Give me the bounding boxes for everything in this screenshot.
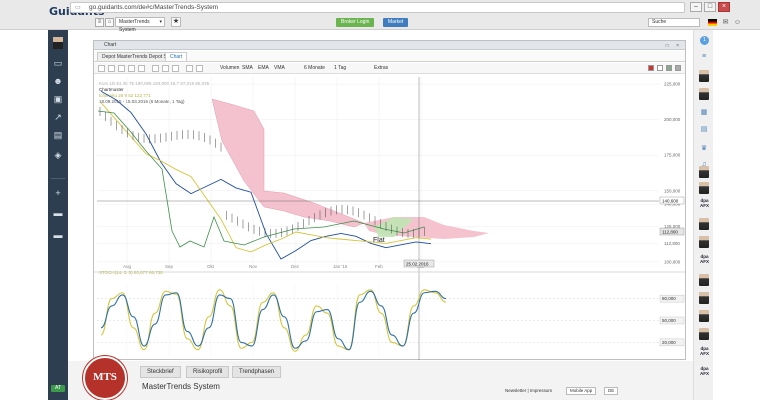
x-tick-label: Feb (375, 264, 383, 269)
x-tick-label: Nov (249, 264, 258, 269)
x-tick-label: Okt (207, 264, 215, 269)
expert-avatar[interactable] (699, 218, 709, 230)
browser-bar: Guidants ▭ go.guidants.com/de#c/MasterTr… (0, 0, 760, 33)
page-icon: ▭ (75, 5, 81, 11)
chart-window: Chart □ × Depot MasterTrends Depot Stell… (93, 40, 686, 360)
chart-annotation: Flat (373, 237, 385, 244)
expert-avatar[interactable] (699, 310, 709, 322)
y-tick-label: 150,000 (664, 188, 681, 193)
dpa-afx-logo[interactable]: dpa AFX (698, 198, 711, 208)
y-tick-label: 100,000 (664, 259, 681, 264)
y-tick-label: 112,800 (664, 241, 680, 246)
language-button[interactable]: DE (604, 387, 619, 395)
menu-icon[interactable]: ≡ (95, 18, 104, 27)
stoch-tick-label: 80,000 (662, 296, 676, 301)
left-sidebar: ▭ ☻ ▣ ↗ ▤ ◈ + ▬ ▬ ⚙ AT (48, 30, 110, 400)
users-icon[interactable]: ☻ (48, 74, 68, 88)
y-tick-label: 225,000 (664, 82, 681, 87)
lock-icon[interactable]: ▣ (48, 92, 68, 106)
expert-avatar[interactable] (699, 182, 709, 194)
expert-avatar[interactable] (699, 274, 709, 286)
expert-avatar[interactable] (699, 88, 709, 100)
x-tick-label: Dez (291, 264, 300, 269)
maximize-icon[interactable]: □ (704, 2, 716, 12)
stoch-tick-label: 50,000 (662, 318, 676, 323)
system-name: MasterTrends System (142, 382, 220, 391)
footer-links[interactable]: Newsletter | Impressum (505, 388, 552, 393)
right-sidebar: 1 ≡ ▦ ▤ ♛ ♫ dpa AFX dpa AFX dpa AFX dpa … (693, 30, 713, 400)
folder-icon[interactable]: ▬ (48, 206, 68, 220)
mts-logo[interactable]: MTS (83, 356, 127, 400)
chart-icon[interactable]: ▦ (699, 108, 709, 118)
window-controls: – □ × (690, 2, 730, 12)
dpa-afx-logo[interactable]: dpa AFX (698, 346, 711, 356)
status-badge: AT (51, 385, 65, 392)
ichimoku-cloud-bear (211, 98, 365, 228)
trend-icon[interactable]: ↗ (48, 110, 68, 124)
user-icon[interactable]: ☺ (733, 18, 742, 27)
briefcase-icon[interactable]: ▤ (48, 128, 68, 142)
monitor-icon[interactable]: ▭ (48, 56, 68, 70)
tab-steckbrief[interactable]: Steckbrief (140, 366, 181, 378)
table-icon[interactable]: ▤ (699, 125, 709, 135)
url-text: go.guidants.com/de#c/MasterTrends-System (89, 4, 219, 11)
expert-avatar[interactable] (699, 70, 709, 82)
x-tick-label: Aug (123, 264, 132, 269)
expert-avatar[interactable] (699, 236, 709, 248)
date-marker-label: 25.02.2016 (406, 262, 429, 267)
price-badge-label: 112,800 (662, 229, 678, 234)
broker-login-button[interactable]: Broker Login (336, 18, 375, 27)
tag-icon[interactable]: ◈ (48, 148, 68, 162)
screen: Guidants ▭ go.guidants.com/de#c/MasterTr… (0, 0, 760, 400)
stochastic-panel: 20,000 50,000 80,000 (97, 284, 685, 357)
y-tick-label: 200,000 (664, 117, 681, 122)
x-tick-label: Jan '16 (333, 264, 348, 269)
market-button[interactable]: Market (383, 18, 409, 27)
dpa-afx-logo[interactable]: dpa AFX (698, 366, 711, 376)
home-icon[interactable]: ⌂ (105, 18, 114, 27)
notification-icon[interactable]: 1 (700, 36, 709, 45)
system-select[interactable]: MasterTrends System (115, 17, 165, 33)
mobile-app-button[interactable]: Mobile App (566, 387, 597, 395)
app-topbar: ≡ ⌂ MasterTrends System ★ Broker Login M… (93, 16, 741, 33)
expert-avatar[interactable] (699, 328, 709, 340)
add-icon[interactable]: + (48, 186, 68, 200)
chat-icon[interactable]: ✉ (721, 18, 730, 27)
y-tick-label: 175,000 (664, 153, 681, 158)
folder-open-icon[interactable]: ▬ (48, 228, 68, 242)
address-bar[interactable]: ▭ go.guidants.com/de#c/MasterTrends-Syst… (70, 2, 685, 13)
price-badge-label: 140,600 (662, 198, 679, 203)
expert-avatar[interactable] (699, 292, 709, 304)
tab-risikoprofil[interactable]: Risikoprofil (186, 366, 230, 378)
search-input[interactable]: Suche (648, 18, 700, 27)
expert-avatar[interactable] (699, 166, 709, 178)
x-tick-label: Sep (165, 264, 174, 269)
avatar[interactable] (48, 36, 68, 50)
tab-trendphasen[interactable]: Trendphasen (232, 366, 282, 378)
close-icon[interactable]: × (718, 2, 730, 12)
dpa-afx-logo[interactable]: dpa AFX (698, 254, 711, 264)
trophy-icon[interactable]: ♛ (699, 144, 709, 154)
stoch-tick-label: 20,000 (662, 340, 676, 345)
chart-canvas[interactable]: 100,000112,800125,000140,600150,000175,0… (94, 41, 685, 360)
list-icon[interactable]: ≡ (699, 52, 709, 62)
german-flag-icon[interactable] (708, 19, 717, 26)
favorite-star-icon[interactable]: ★ (171, 17, 181, 27)
minimize-icon[interactable]: – (690, 2, 702, 12)
